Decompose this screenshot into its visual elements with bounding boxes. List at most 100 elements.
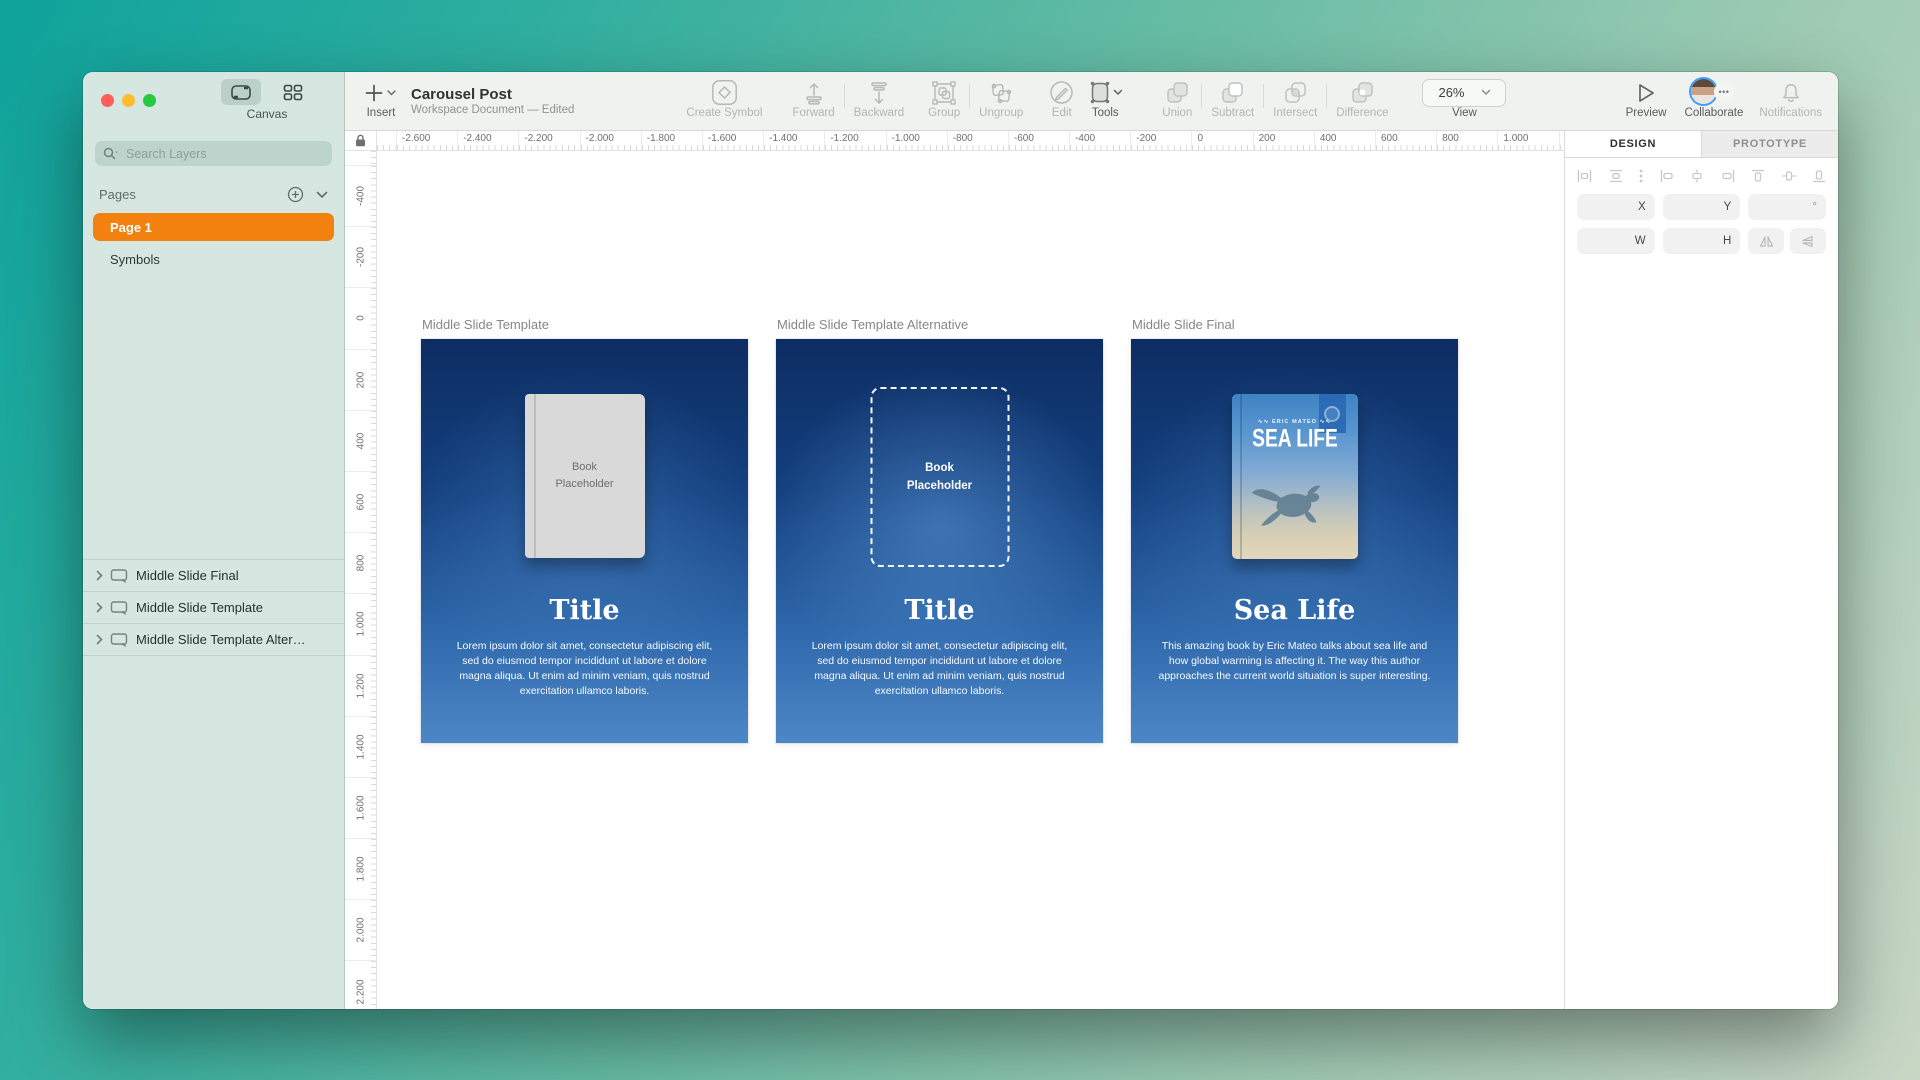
ruler-left-cell: 1.200: [345, 656, 376, 717]
ruler-top-label: -600: [1009, 131, 1070, 150]
artboard-middle-slide-final[interactable]: ERIC MATEO SEA LIFE: [1131, 339, 1458, 743]
ruler-left-cell: 1.600: [345, 778, 376, 839]
chevron-right-icon[interactable]: [96, 570, 103, 581]
close-button[interactable]: [101, 94, 114, 107]
ruler-lock-button[interactable]: [345, 131, 377, 150]
rotation-field[interactable]: °: [1748, 194, 1826, 220]
flip-horizontal-button[interactable]: [1748, 228, 1784, 254]
ruler-top-label: -2.000: [581, 131, 642, 150]
tools-button[interactable]: Tools: [1088, 72, 1122, 130]
align-bottom-icon[interactable]: [1812, 169, 1826, 183]
chevron-right-icon[interactable]: [96, 634, 103, 645]
y-position-field[interactable]: Y: [1663, 194, 1741, 220]
ruler-left-cell: 1.400: [345, 717, 376, 778]
align-vertical-middle-icon[interactable]: [1782, 169, 1796, 183]
toolbar-separator: [969, 84, 970, 108]
collaborate-button[interactable]: ••• Collaborate: [1685, 72, 1744, 130]
minimize-button[interactable]: [122, 94, 135, 107]
canvas-view-button[interactable]: [221, 79, 261, 105]
collapse-pages-icon[interactable]: [316, 191, 328, 199]
insert-label: Insert: [367, 107, 396, 119]
union-button[interactable]: Union: [1162, 72, 1192, 130]
distribute-vertically-icon[interactable]: [1609, 169, 1623, 183]
page-row[interactable]: Symbols: [93, 245, 334, 273]
edit-button[interactable]: Edit: [1049, 72, 1074, 130]
height-field[interactable]: H: [1663, 228, 1741, 254]
artboard-title[interactable]: Middle Slide Template Alternative: [776, 317, 1103, 332]
search-input[interactable]: [126, 147, 324, 161]
layer-row[interactable]: Middle Slide Final: [83, 560, 344, 592]
create-symbol-label: Create Symbol: [686, 107, 762, 119]
ruler-left-label: 1.200: [355, 673, 366, 698]
ruler-left-cell: 1.800: [345, 839, 376, 900]
ruler-top-label: -2.400: [458, 131, 519, 150]
ungroup-label: Ungroup: [979, 107, 1023, 119]
slide-body-text[interactable]: Lorem ipsum dolor sit amet, consectetur …: [448, 639, 721, 699]
artboard-middle-slide-template-alternative[interactable]: Book Placeholder Title Lorem ipsum dolor…: [776, 339, 1103, 743]
ruler-top-label: -1.000: [887, 131, 948, 150]
canvas-content[interactable]: Middle Slide Template Book Placeholder T…: [377, 151, 1564, 1009]
search-icon: [103, 147, 120, 160]
ungroup-button[interactable]: Ungroup: [979, 72, 1023, 130]
ruler-top: -2.600-2.400-2.200-2.000-1.800-1.600-1.4…: [345, 131, 1564, 151]
artboard-middle-slide-template[interactable]: Book Placeholder Title Lorem ipsum dolor…: [421, 339, 748, 743]
ruler-top-label: -400: [1070, 131, 1131, 150]
zoom-window-button[interactable]: [143, 94, 156, 107]
flip-vertical-button[interactable]: [1790, 228, 1826, 254]
tab-design[interactable]: DESIGN: [1565, 131, 1701, 157]
align-top-icon[interactable]: [1751, 169, 1765, 183]
distribute-horizontally-icon[interactable]: [1577, 169, 1592, 183]
align-left-icon[interactable]: [1660, 169, 1674, 183]
artboard-title[interactable]: Middle Slide Final: [1131, 317, 1458, 332]
pages-header-label: Pages: [99, 187, 136, 202]
forward-button[interactable]: Forward: [792, 72, 834, 130]
zoom-control[interactable]: 26% View: [1422, 72, 1506, 130]
backward-button[interactable]: Backward: [854, 72, 905, 130]
page-row[interactable]: Page 1: [93, 213, 334, 241]
width-field[interactable]: W: [1577, 228, 1655, 254]
book-placeholder-solid[interactable]: Book Placeholder: [525, 394, 645, 558]
more-options-icon[interactable]: [1639, 169, 1643, 183]
notifications-button[interactable]: Notifications: [1759, 72, 1822, 130]
toolbar-separator: [1326, 84, 1327, 108]
height-field-label: H: [1723, 235, 1731, 247]
layer-row-label: Middle Slide Template: [136, 600, 263, 615]
ruler-segment: [377, 131, 397, 150]
layer-row[interactable]: Middle Slide Template: [83, 592, 344, 624]
turtle-illustration: [1245, 470, 1339, 537]
add-page-icon[interactable]: [287, 186, 304, 203]
intersect-button[interactable]: Intersect: [1273, 72, 1317, 130]
align-horizontal-center-icon[interactable]: [1690, 169, 1704, 183]
chevron-right-icon[interactable]: [96, 602, 103, 613]
tab-prototype[interactable]: PROTOTYPE: [1701, 131, 1838, 157]
layers-list: Middle Slide Final Middl: [83, 559, 344, 656]
layer-row-label: Middle Slide Final: [136, 568, 239, 583]
artboard-title[interactable]: Middle Slide Template: [421, 317, 748, 332]
slide-title[interactable]: Title: [421, 595, 748, 626]
document-subtitle[interactable]: Workspace Document — Edited: [411, 104, 574, 116]
canvas[interactable]: -2.600-2.400-2.200-2.000-1.800-1.600-1.4…: [345, 131, 1565, 1009]
search-layers-field[interactable]: [95, 141, 332, 166]
collaborate-avatar[interactable]: [1691, 79, 1716, 104]
create-symbol-button[interactable]: Create Symbol: [686, 72, 762, 130]
slide-body-text[interactable]: Lorem ipsum dolor sit amet, consectetur …: [803, 639, 1076, 699]
book-placeholder-dashed[interactable]: Book Placeholder: [870, 387, 1009, 567]
collaborate-label: Collaborate: [1685, 107, 1744, 119]
layer-row[interactable]: Middle Slide Template Alter…: [83, 624, 344, 656]
sea-life-book-cover[interactable]: ERIC MATEO SEA LIFE: [1232, 394, 1358, 559]
group-label: Group: [928, 107, 960, 119]
x-position-field[interactable]: X: [1577, 194, 1655, 220]
align-right-icon[interactable]: [1721, 169, 1735, 183]
subtract-button[interactable]: Subtract: [1211, 72, 1254, 130]
components-view-button[interactable]: [273, 79, 313, 105]
difference-button[interactable]: Difference: [1336, 72, 1388, 130]
collaborate-more-button[interactable]: •••: [1714, 82, 1734, 102]
slide-title[interactable]: Sea Life: [1131, 595, 1458, 626]
y-field-label: Y: [1724, 201, 1732, 213]
insert-button[interactable]: Insert: [365, 72, 397, 130]
slide-title[interactable]: Title: [776, 595, 1103, 626]
preview-button[interactable]: Preview: [1626, 72, 1667, 130]
edit-label: Edit: [1052, 107, 1072, 119]
group-button[interactable]: Group: [928, 72, 960, 130]
slide-body-text[interactable]: This amazing book by Eric Mateo talks ab…: [1158, 639, 1431, 684]
